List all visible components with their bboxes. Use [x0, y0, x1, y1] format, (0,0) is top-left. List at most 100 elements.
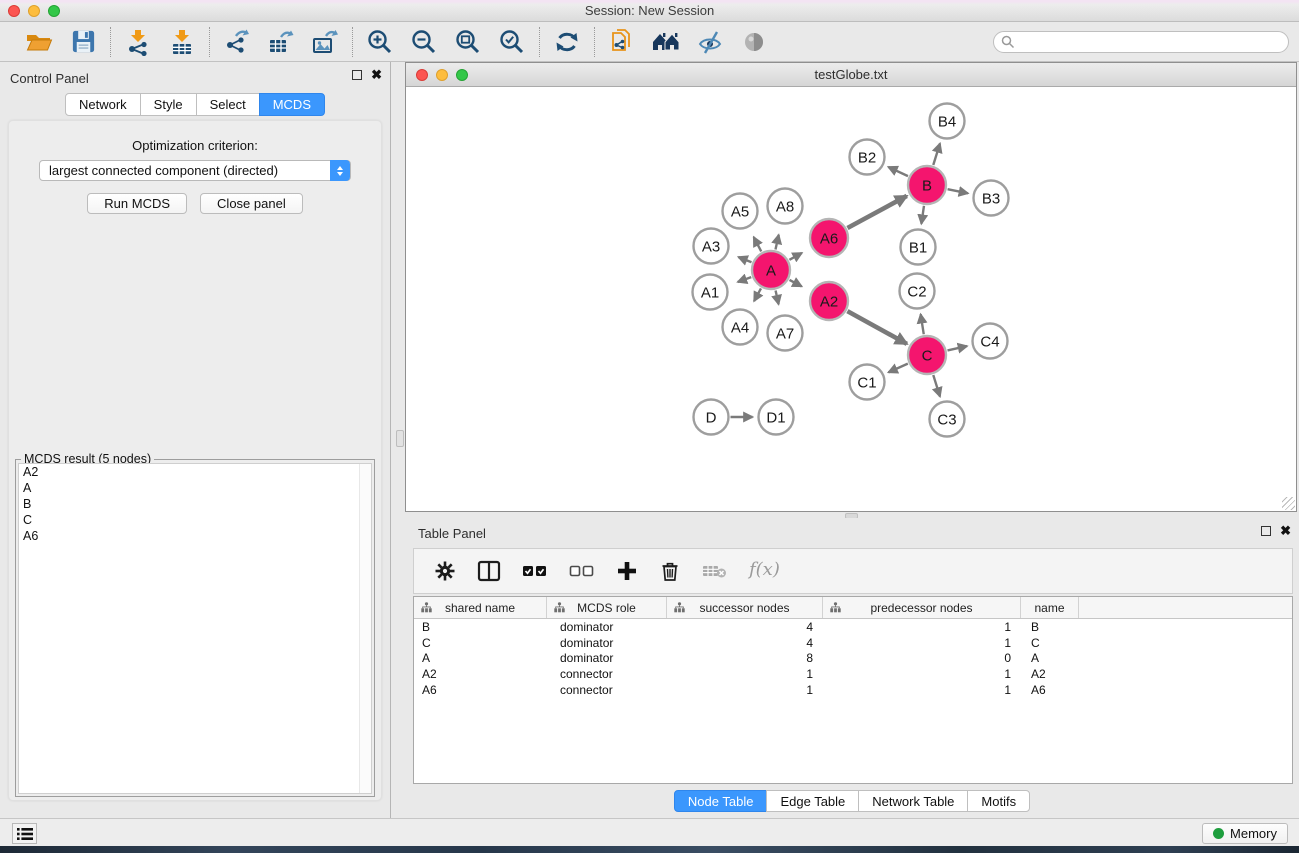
- network-graph[interactable]: B4B2BB3B1A5A8A6A3AA1A2A4A7C2CC4C1C3DD1: [406, 87, 1296, 511]
- edge-B-B3[interactable]: [948, 189, 968, 193]
- zoom-in-button[interactable]: [365, 27, 395, 57]
- delete-table-button[interactable]: [702, 560, 728, 582]
- cell[interactable]: A6: [414, 683, 547, 697]
- cell[interactable]: C: [1021, 636, 1079, 650]
- cell[interactable]: 1: [667, 667, 823, 681]
- cell[interactable]: A6: [1021, 683, 1079, 697]
- edge-A-A6[interactable]: [789, 253, 801, 260]
- node-C1[interactable]: C1: [850, 365, 885, 400]
- tab-node-table[interactable]: Node Table: [674, 790, 768, 812]
- edge-A-A5[interactable]: [754, 237, 762, 251]
- table-row[interactable]: A2connector11A2: [414, 666, 1292, 682]
- node-B4[interactable]: B4: [930, 104, 965, 139]
- open-session-button[interactable]: [24, 27, 54, 57]
- hide-selected-button[interactable]: [695, 27, 725, 57]
- node-A5[interactable]: A5: [723, 194, 758, 229]
- node-D1[interactable]: D1: [759, 400, 794, 435]
- network-canvas[interactable]: B4B2BB3B1A5A8A6A3AA1A2A4A7C2CC4C1C3DD1: [406, 87, 1296, 511]
- cell[interactable]: connector: [547, 667, 667, 681]
- vertical-splitter-grip[interactable]: [396, 430, 404, 447]
- node-B2[interactable]: B2: [850, 140, 885, 175]
- table-settings-button[interactable]: [434, 560, 456, 582]
- window-resize-grip[interactable]: [1282, 497, 1295, 510]
- mcds-result-list[interactable]: A2ABCA6: [18, 463, 372, 794]
- cell[interactable]: 1: [667, 683, 823, 697]
- zoom-selected-button[interactable]: [497, 27, 527, 57]
- show-all-button[interactable]: [739, 27, 769, 57]
- delete-column-button[interactable]: [659, 560, 681, 582]
- table-row[interactable]: Cdominator41C: [414, 635, 1292, 651]
- edge-C-C1[interactable]: [888, 364, 907, 373]
- column-header-MCDS-role[interactable]: MCDS role: [547, 597, 667, 618]
- edge-A-A8[interactable]: [775, 235, 778, 250]
- criterion-dropdown[interactable]: largest connected component (directed): [39, 160, 351, 181]
- node-C2[interactable]: C2: [900, 274, 935, 309]
- edge-C-C3[interactable]: [933, 375, 940, 397]
- memory-button[interactable]: Memory: [1202, 823, 1288, 844]
- node-table[interactable]: shared nameMCDS rolesuccessor nodesprede…: [413, 596, 1293, 784]
- column-header-successor-nodes[interactable]: successor nodes: [667, 597, 823, 618]
- edge-A-A3[interactable]: [738, 257, 751, 262]
- export-table-button[interactable]: [266, 27, 296, 57]
- export-image-button[interactable]: [310, 27, 340, 57]
- tab-select[interactable]: Select: [196, 93, 260, 116]
- column-header-name[interactable]: name: [1021, 597, 1079, 618]
- zoom-fit-button[interactable]: [453, 27, 483, 57]
- column-header-predecessor-nodes[interactable]: predecessor nodes: [823, 597, 1021, 618]
- edge-A-A4[interactable]: [754, 288, 761, 301]
- node-A8[interactable]: A8: [768, 189, 803, 224]
- function-builder-button[interactable]: f(x): [749, 559, 780, 580]
- close-table-panel-icon[interactable]: ✖: [1280, 526, 1291, 536]
- edge-B-B2[interactable]: [888, 167, 908, 176]
- result-item[interactable]: B: [19, 496, 371, 512]
- save-session-button[interactable]: [68, 27, 98, 57]
- network-window-titlebar[interactable]: testGlobe.txt: [406, 63, 1296, 87]
- cell[interactable]: 1: [823, 636, 1021, 650]
- result-item[interactable]: C: [19, 512, 371, 528]
- node-C[interactable]: C: [908, 336, 946, 374]
- table-row[interactable]: Bdominator41B: [414, 619, 1292, 635]
- result-list-scrollbar[interactable]: [359, 464, 371, 793]
- clone-network-button[interactable]: [607, 27, 637, 57]
- node-D[interactable]: D: [694, 400, 729, 435]
- edge-B-B4[interactable]: [933, 143, 940, 165]
- node-C3[interactable]: C3: [930, 402, 965, 437]
- node-B1[interactable]: B1: [901, 230, 936, 265]
- node-A6[interactable]: A6: [810, 219, 848, 257]
- node-A3[interactable]: A3: [694, 229, 729, 264]
- tab-network-table[interactable]: Network Table: [858, 790, 968, 812]
- node-A7[interactable]: A7: [768, 316, 803, 351]
- import-network-button[interactable]: [123, 27, 153, 57]
- edge-C-C2[interactable]: [921, 314, 924, 334]
- tab-style[interactable]: Style: [140, 93, 197, 116]
- edge-A-A2[interactable]: [790, 280, 802, 286]
- result-item[interactable]: A: [19, 480, 371, 496]
- table-row[interactable]: Adominator80A: [414, 651, 1292, 667]
- cell[interactable]: A: [414, 651, 547, 665]
- edge-A-A1[interactable]: [738, 277, 751, 282]
- node-B[interactable]: B: [908, 166, 946, 204]
- cell[interactable]: 1: [823, 683, 1021, 697]
- close-panel-button[interactable]: Close panel: [200, 193, 303, 214]
- task-history-button[interactable]: [12, 823, 37, 844]
- result-item[interactable]: A6: [19, 528, 371, 544]
- node-B3[interactable]: B3: [974, 181, 1009, 216]
- edge-A2-C[interactable]: [847, 311, 906, 344]
- cell[interactable]: B: [414, 620, 547, 634]
- node-A4[interactable]: A4: [723, 310, 758, 345]
- edge-A6-B[interactable]: [847, 196, 906, 228]
- node-A2[interactable]: A2: [810, 282, 848, 320]
- node-C4[interactable]: C4: [973, 324, 1008, 359]
- run-mcds-button[interactable]: Run MCDS: [87, 193, 187, 214]
- deselect-all-columns-button[interactable]: [569, 560, 595, 582]
- cell[interactable]: 1: [823, 620, 1021, 634]
- cell[interactable]: 4: [667, 620, 823, 634]
- node-A[interactable]: A: [752, 251, 790, 289]
- cell[interactable]: A2: [1021, 667, 1079, 681]
- tab-edge-table[interactable]: Edge Table: [766, 790, 859, 812]
- edge-A-A7[interactable]: [776, 290, 779, 304]
- cell[interactable]: 4: [667, 636, 823, 650]
- table-row[interactable]: A6connector11A6: [414, 682, 1292, 698]
- cell[interactable]: 8: [667, 651, 823, 665]
- search-input[interactable]: [993, 31, 1289, 53]
